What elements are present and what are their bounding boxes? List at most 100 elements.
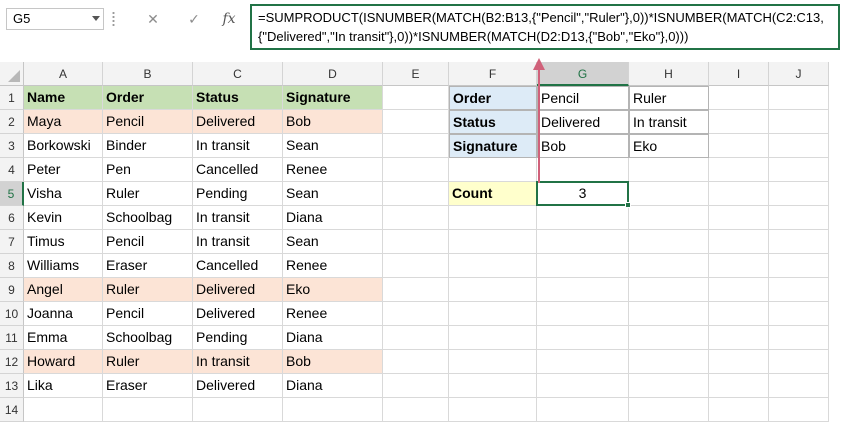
table-cell[interactable]: Pending xyxy=(193,182,283,206)
cell[interactable] xyxy=(629,230,709,254)
cell[interactable] xyxy=(383,398,449,422)
row-header-12[interactable]: 12 xyxy=(0,350,24,374)
cell[interactable] xyxy=(629,254,709,278)
cell[interactable] xyxy=(769,206,829,230)
count-result-cell[interactable]: 3 xyxy=(537,182,629,206)
cell[interactable] xyxy=(769,254,829,278)
cell[interactable] xyxy=(537,278,629,302)
table-cell[interactable]: Pencil xyxy=(103,230,193,254)
cell[interactable] xyxy=(709,326,769,350)
fill-handle[interactable] xyxy=(625,202,631,208)
criteria-value[interactable]: Ruler xyxy=(629,86,709,110)
table-cell[interactable]: Delivered xyxy=(193,374,283,398)
cell[interactable] xyxy=(537,398,629,422)
table-cell[interactable]: Kevin xyxy=(24,206,103,230)
table-cell[interactable]: Pencil xyxy=(103,110,193,134)
table-cell[interactable]: Joanna xyxy=(24,302,103,326)
table-cell[interactable]: Pen xyxy=(103,158,193,182)
cell[interactable] xyxy=(449,326,537,350)
table-cell[interactable]: Pencil xyxy=(103,302,193,326)
formula-input[interactable]: =SUMPRODUCT(ISNUMBER(MATCH(B2:B13,{"Penc… xyxy=(250,4,840,50)
table-cell[interactable]: Angel xyxy=(24,278,103,302)
cell[interactable] xyxy=(769,230,829,254)
table-cell[interactable]: Borkowski xyxy=(24,134,103,158)
table-cell[interactable]: Bob xyxy=(283,350,383,374)
column-header-d[interactable]: D xyxy=(283,62,383,86)
table-header-cell[interactable]: Name xyxy=(24,86,103,110)
cell[interactable] xyxy=(629,278,709,302)
cell[interactable] xyxy=(629,302,709,326)
cell[interactable] xyxy=(769,182,829,206)
cell[interactable] xyxy=(24,398,103,422)
column-header-a[interactable]: A xyxy=(24,62,103,86)
criteria-label-order[interactable]: Order xyxy=(449,86,537,110)
row-header-2[interactable]: 2 xyxy=(0,110,24,134)
table-cell[interactable]: Ruler xyxy=(103,182,193,206)
row-header-10[interactable]: 10 xyxy=(0,302,24,326)
cell[interactable] xyxy=(383,158,449,182)
cell[interactable] xyxy=(449,278,537,302)
cell[interactable] xyxy=(629,206,709,230)
cell[interactable] xyxy=(449,254,537,278)
cell[interactable] xyxy=(383,134,449,158)
row-header-3[interactable]: 3 xyxy=(0,134,24,158)
cell[interactable] xyxy=(383,302,449,326)
table-cell[interactable]: Sean xyxy=(283,230,383,254)
table-cell[interactable]: Schoolbag xyxy=(103,206,193,230)
cell[interactable] xyxy=(537,206,629,230)
row-header-14[interactable]: 14 xyxy=(0,398,24,422)
row-header-11[interactable]: 11 xyxy=(0,326,24,350)
cell[interactable] xyxy=(283,398,383,422)
cell[interactable] xyxy=(383,374,449,398)
column-header-j[interactable]: J xyxy=(769,62,829,86)
cell[interactable] xyxy=(769,326,829,350)
cell[interactable] xyxy=(383,230,449,254)
criteria-value[interactable]: Pencil xyxy=(537,86,629,110)
cell[interactable] xyxy=(629,158,709,182)
cell[interactable] xyxy=(537,254,629,278)
name-box[interactable]: G5 xyxy=(6,8,104,30)
table-cell[interactable]: Bob xyxy=(283,110,383,134)
cell[interactable] xyxy=(537,302,629,326)
table-cell[interactable]: In transit xyxy=(193,206,283,230)
cell[interactable] xyxy=(537,374,629,398)
table-cell[interactable]: Sean xyxy=(283,134,383,158)
table-cell[interactable]: Cancelled xyxy=(193,254,283,278)
table-cell[interactable]: Eraser xyxy=(103,374,193,398)
table-cell[interactable]: Maya xyxy=(24,110,103,134)
table-cell[interactable]: Ruler xyxy=(103,350,193,374)
table-cell[interactable]: Binder xyxy=(103,134,193,158)
cell[interactable] xyxy=(629,182,709,206)
cell[interactable] xyxy=(383,350,449,374)
cell[interactable] xyxy=(537,230,629,254)
table-cell[interactable]: Timus xyxy=(24,230,103,254)
cell[interactable] xyxy=(449,158,537,182)
table-cell[interactable]: Peter xyxy=(24,158,103,182)
table-cell[interactable]: Visha xyxy=(24,182,103,206)
cell[interactable] xyxy=(449,302,537,326)
column-header-g[interactable]: G xyxy=(537,62,629,86)
cell[interactable] xyxy=(709,374,769,398)
row-header-13[interactable]: 13 xyxy=(0,374,24,398)
cell[interactable] xyxy=(769,134,829,158)
cell[interactable] xyxy=(537,326,629,350)
criteria-label-status[interactable]: Status xyxy=(449,110,537,134)
table-cell[interactable]: Renee xyxy=(283,158,383,182)
cell[interactable] xyxy=(537,158,629,182)
table-cell[interactable]: In transit xyxy=(193,230,283,254)
table-cell[interactable]: Ruler xyxy=(103,278,193,302)
cell[interactable] xyxy=(537,350,629,374)
row-header-9[interactable]: 9 xyxy=(0,278,24,302)
cell[interactable] xyxy=(383,254,449,278)
table-cell[interactable]: Renee xyxy=(283,254,383,278)
cell[interactable] xyxy=(449,374,537,398)
cell[interactable] xyxy=(769,110,829,134)
cell[interactable] xyxy=(383,206,449,230)
table-cell[interactable]: Cancelled xyxy=(193,158,283,182)
table-cell[interactable]: Diana xyxy=(283,326,383,350)
select-all-corner[interactable] xyxy=(0,62,24,86)
table-cell[interactable]: Sean xyxy=(283,182,383,206)
table-cell[interactable]: Delivered xyxy=(193,302,283,326)
cell[interactable] xyxy=(383,278,449,302)
column-header-c[interactable]: C xyxy=(193,62,283,86)
